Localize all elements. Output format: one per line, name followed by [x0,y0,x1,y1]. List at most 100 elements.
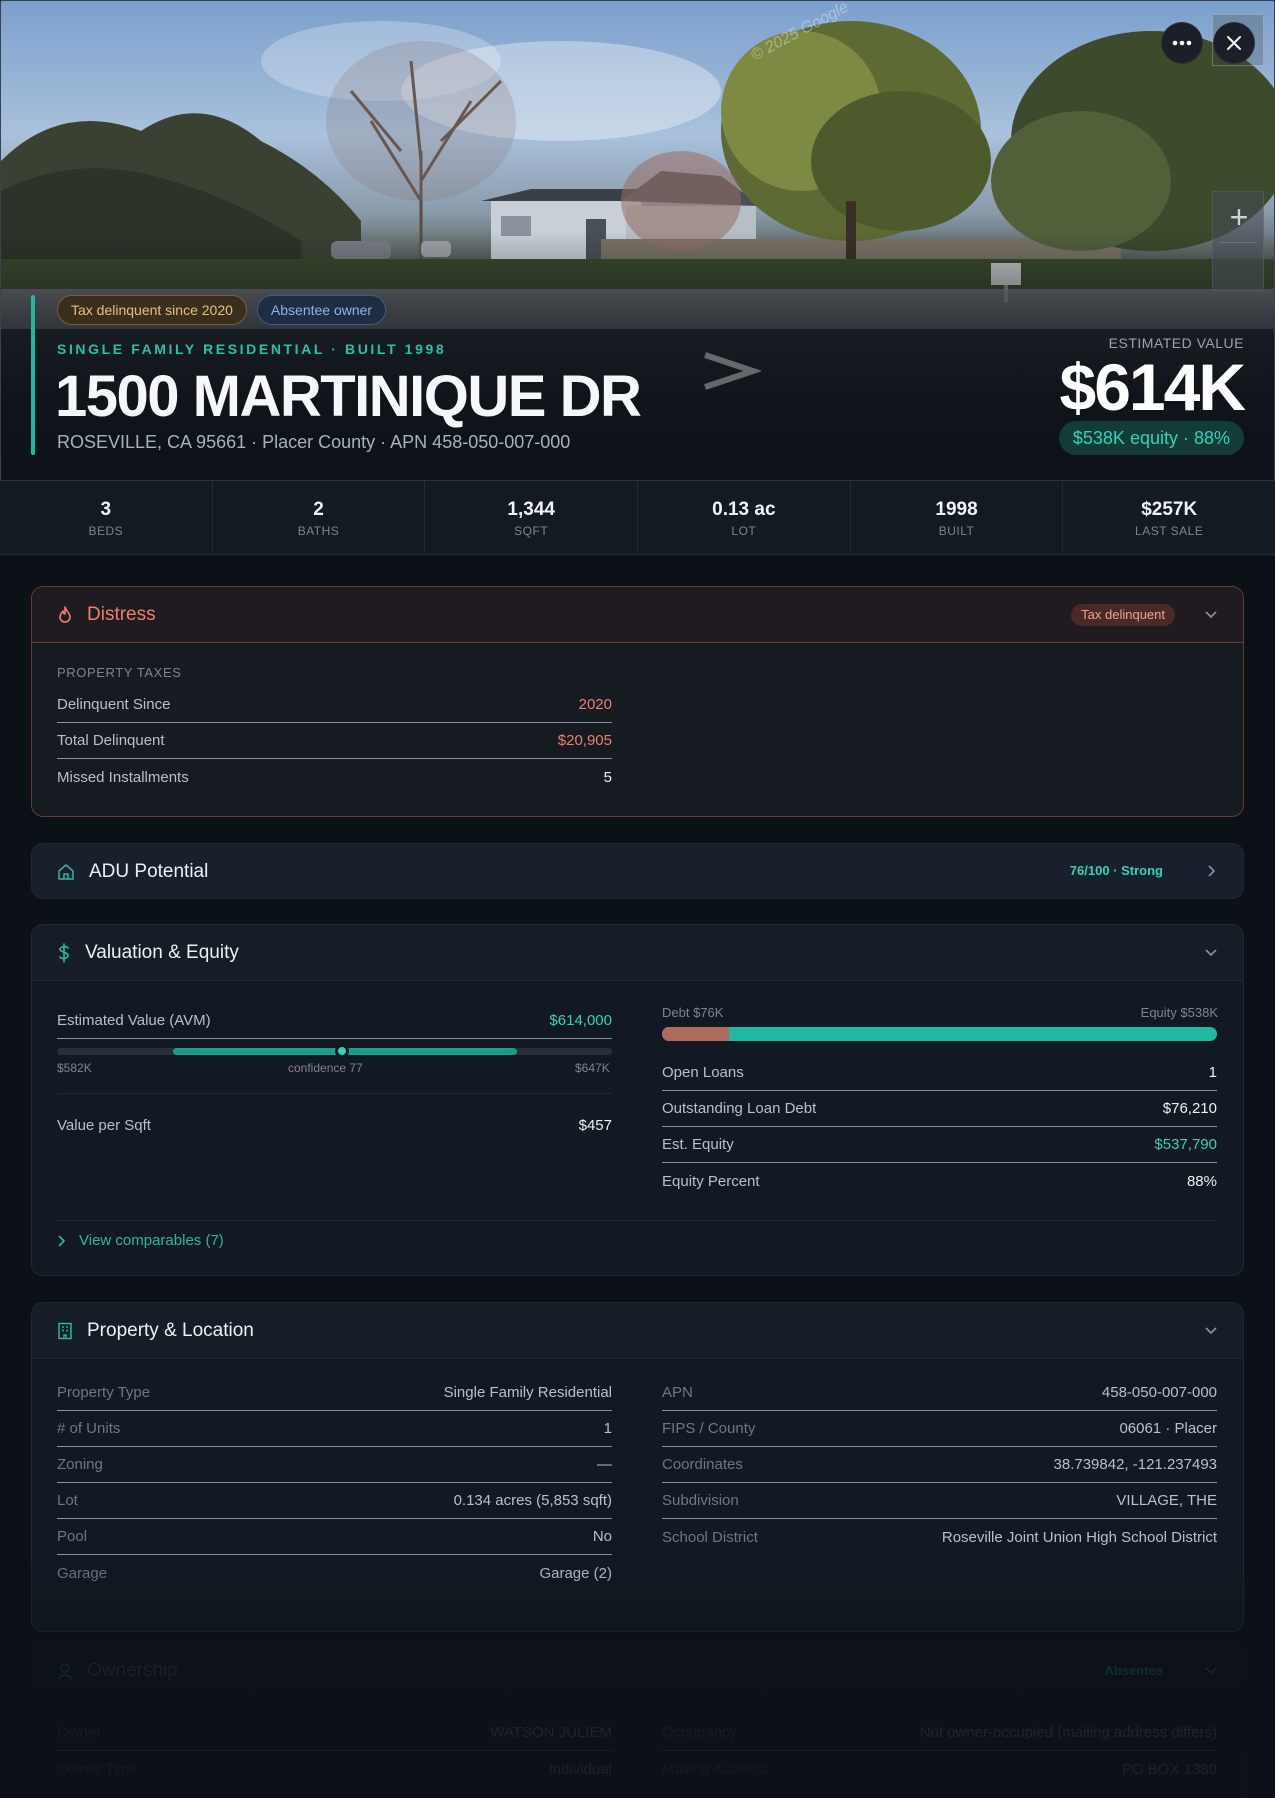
school-district-row: School District Roseville Joint Union Hig… [662,1519,1217,1555]
stat-label: BATHS [297,524,340,538]
row-label: Coordinates [662,1456,743,1473]
chevron-down-icon[interactable] [1203,1322,1219,1338]
adu-title: ADU Potential [89,861,209,882]
chevron-down-icon[interactable] [1203,1662,1219,1678]
row-value: 2020 [578,696,612,713]
stat-value: 2 [313,499,324,520]
stat-value: 1,344 [507,499,555,520]
street-view-hero[interactable]: © 2025 Google + Tax delinquent since 202… [0,0,1275,480]
garage-row: Garage Garage (2) [57,1555,612,1591]
user-icon [57,1663,73,1680]
row-label: Property Type [57,1384,151,1401]
avm-range-high: $647K [575,1061,610,1075]
ownership-card-header[interactable]: Ownership Absentee [32,1643,1243,1699]
home-icon [58,864,74,880]
flame-icon [59,605,71,623]
value-per-sqft-row: Value per Sqft $457 [57,1107,612,1143]
equity-label: Equity $538K [1140,1005,1218,1020]
row-label: # of Units [57,1420,121,1437]
view-comparables-label: View comparables (7) [79,1232,224,1249]
stat-value: 3 [100,499,112,520]
row-value: WATSON JULIEM [490,1724,612,1741]
row-value: $76,210 [1162,1100,1217,1117]
avm-confidence-range [57,1044,612,1058]
row-label: Est. Equity [662,1136,734,1153]
row-label: Delinquent Since [57,696,171,713]
row-label: Pool [57,1528,88,1545]
row-value: Roseville Joint Union High School Distri… [941,1528,1217,1546]
stat-label: SQFT [514,524,549,538]
stat-baths: 2 BATHS [213,481,426,554]
address-accent-bar [31,295,35,455]
ownership-title: Ownership [87,1660,178,1681]
zoning-row: Zoning — [57,1447,612,1483]
equity-percent-row: Equity Percent 88% [662,1163,1217,1199]
adu-card-header[interactable]: ADU Potential 76/100 · Strong [32,844,1243,898]
stat-value: 0.13 ac [712,499,776,520]
distress-card-header[interactable]: Distress Tax delinquent [32,587,1243,643]
estimated-value: $614K [1059,350,1246,424]
open-loans-row: Open Loans 1 [662,1055,1217,1091]
row-value: Not owner-occupied (mailing address diff… [919,1724,1217,1741]
avm-range-low: $582K [57,1061,92,1075]
delinquent-since-row: Delinquent Since 2020 [57,687,612,723]
row-label: Mailing Address [662,1760,768,1778]
chevron-down-icon[interactable] [1203,944,1219,960]
owner-row: Owner WATSON JULIEM [57,1715,612,1751]
row-label: Equity Percent [662,1172,760,1190]
chevron-right-icon [58,1234,66,1247]
row-value: VILLAGE, THE [1116,1492,1217,1509]
pano-navigate-arrow-icon[interactable] [701,351,761,391]
property-type-eyebrow: SINGLE FAMILY RESIDENTIAL · BUILT 1998 [57,341,447,357]
chevron-down-icon[interactable] [1203,606,1219,622]
zoom-in-button[interactable]: + [1213,200,1265,234]
occupancy-row: Occupancy Not owner-occupied (mailing add… [662,1715,1217,1751]
close-icon [1227,36,1241,50]
row-label: Open Loans [662,1064,744,1081]
row-label: Lot [57,1492,78,1509]
distress-card: Distress Tax delinquent PROPERTY TAXES D… [31,586,1244,817]
adu-potential-card[interactable]: ADU Potential 76/100 · Strong [31,843,1244,899]
row-value: $20,905 [557,732,612,749]
badge-tax-delinquent[interactable]: Tax delinquent since 2020 [57,295,247,325]
stat-label: LOT [731,524,757,538]
property-card-header[interactable]: Property & Location [32,1303,1243,1359]
avm-value-marker [335,1044,350,1058]
avm-confidence: confidence 77 [288,1061,363,1075]
chevron-right-icon[interactable] [1203,863,1219,879]
close-button[interactable] [1213,22,1255,64]
divider [57,1220,1218,1221]
row-label: Garage [57,1564,108,1582]
street-view-zoom-control[interactable]: + [1212,191,1264,291]
debt-segment [662,1027,729,1041]
pool-row: Pool No [57,1519,612,1555]
valuation-title: Valuation & Equity [85,941,239,963]
property-address: 1500 MARTINIQUE DR [55,364,642,429]
view-comparables-link[interactable]: View comparables (7) [57,1232,224,1249]
row-value: 0.134 acres (5,853 sqft) [453,1492,612,1509]
more-options-button[interactable] [1161,22,1203,64]
debt-equity-bar [662,1027,1217,1041]
row-value: 88% [1186,1172,1217,1190]
stat-label: LAST SALE [1135,524,1204,538]
row-value: PO BOX 1380 [1121,1760,1217,1778]
stat-lot: 0.13 ac LOT [638,481,851,554]
badge-absentee-owner[interactable]: Absentee owner [256,295,387,325]
property-type-row: Property Type Single Family Residential [57,1375,612,1411]
row-label: Occupancy [662,1724,738,1741]
property-taxes-label: PROPERTY TAXES [57,665,182,680]
distress-title: Distress [87,603,156,625]
row-label: Owner [57,1724,102,1741]
valuation-card-header[interactable]: Valuation & Equity [32,925,1243,981]
stat-last-sale: $257K LAST SALE [1063,481,1275,554]
property-location-card: Property & Location Property Type Single … [31,1302,1244,1632]
divider [57,1093,612,1094]
row-value: 1 [603,1420,612,1437]
stat-label: BEDS [88,524,124,538]
stat-value: $257K [1141,499,1198,520]
stat-sqft: 1,344 SQFT [425,481,639,554]
lot-row: Lot 0.134 acres (5,853 sqft) [57,1483,612,1519]
ownership-card: Ownership Absentee Owner WATSON JULIEM Ow… [31,1642,1244,1798]
row-label: School District [662,1528,758,1546]
coordinates-row: Coordinates 38.739842, -121.237493 [662,1447,1217,1483]
